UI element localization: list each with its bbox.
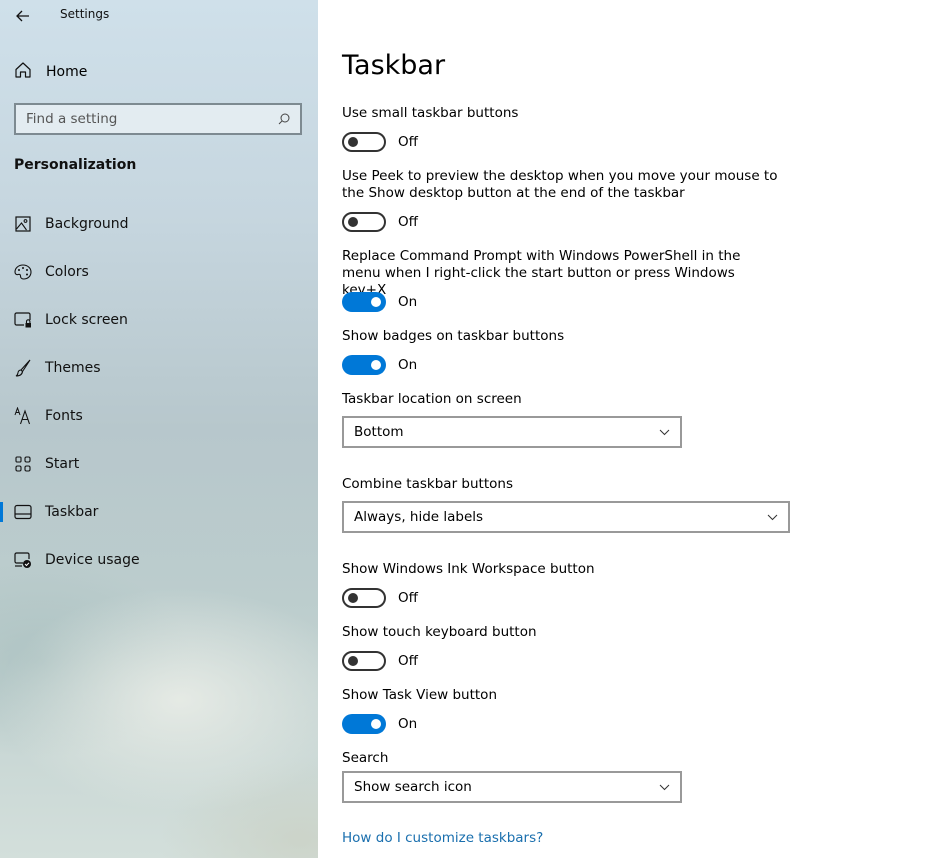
lock-screen-icon <box>14 311 32 329</box>
setting-label-ink: Show Windows Ink Workspace button <box>342 561 595 577</box>
device-usage-icon <box>14 551 32 569</box>
sidebar-item-taskbar[interactable]: Taskbar <box>0 488 318 536</box>
palette-icon <box>14 263 32 281</box>
toggle-knob <box>371 360 381 370</box>
sidebar-item-background[interactable]: Background <box>0 200 318 248</box>
app-title: Settings <box>60 7 110 21</box>
sidebar: Settings Home Personalization Background <box>0 0 318 858</box>
picture-icon <box>14 215 32 233</box>
ink-toggle[interactable] <box>342 588 386 608</box>
page-title: Taskbar <box>342 50 446 81</box>
toggle-state: On <box>398 716 418 732</box>
home-icon <box>14 61 32 83</box>
back-button[interactable] <box>12 5 34 27</box>
setting-label-combine: Combine taskbar buttons <box>342 476 513 492</box>
setting-ink: Off <box>342 588 418 608</box>
setting-label-location: Taskbar location on screen <box>342 391 522 407</box>
setting-label-small-buttons: Use small taskbar buttons <box>342 105 519 121</box>
start-grid-icon <box>14 455 32 473</box>
setting-badges: On <box>342 355 417 375</box>
sidebar-item-label: Themes <box>45 360 101 376</box>
sidebar-item-lock-screen[interactable]: Lock screen <box>0 296 318 344</box>
setting-label-peek: Use Peek to preview the desktop when you… <box>342 168 778 201</box>
task-view-toggle[interactable] <box>342 714 386 734</box>
toggle-state: Off <box>398 653 418 669</box>
setting-label-search: Search <box>342 750 389 766</box>
sidebar-item-colors[interactable]: Colors <box>0 248 318 296</box>
setting-label-badges: Show badges on taskbar buttons <box>342 328 565 344</box>
toggle-knob <box>371 297 381 307</box>
chevron-down-icon <box>659 784 670 790</box>
sidebar-nav: Background Colors Lock screen Themes Fon… <box>0 200 318 584</box>
toggle-knob <box>348 593 358 603</box>
search-input[interactable] <box>26 111 256 127</box>
toggle-knob <box>348 217 358 227</box>
arrow-left-icon <box>16 10 29 22</box>
brush-icon <box>14 359 32 377</box>
setting-label-task-view: Show Task View button <box>342 687 497 703</box>
setting-peek: Off <box>342 212 418 232</box>
sidebar-item-label: Lock screen <box>45 312 128 328</box>
dropdown-value: Show search icon <box>354 779 472 795</box>
chevron-down-icon <box>659 429 670 435</box>
toggle-knob <box>348 137 358 147</box>
sidebar-item-device-usage[interactable]: Device usage <box>0 536 318 584</box>
toggle-knob <box>348 656 358 666</box>
setting-small-buttons: Off <box>342 132 418 152</box>
sidebar-item-label: Device usage <box>45 552 140 568</box>
setting-task-view: On <box>342 714 417 734</box>
touch-keyboard-toggle[interactable] <box>342 651 386 671</box>
setting-label-touch-keyboard: Show touch keyboard button <box>342 624 537 640</box>
sidebar-item-fonts[interactable]: Fonts <box>0 392 318 440</box>
sidebar-item-start[interactable]: Start <box>0 440 318 488</box>
location-dropdown[interactable]: Bottom <box>342 416 682 448</box>
main-content: Taskbar Use small taskbar buttons Off Us… <box>318 0 939 858</box>
powershell-toggle[interactable] <box>342 292 386 312</box>
small-buttons-toggle[interactable] <box>342 132 386 152</box>
font-icon <box>14 407 32 425</box>
peek-toggle[interactable] <box>342 212 386 232</box>
badges-toggle[interactable] <box>342 355 386 375</box>
title-bar: Settings <box>0 0 318 32</box>
toggle-state: Off <box>398 134 418 150</box>
toggle-state: Off <box>398 214 418 230</box>
sidebar-item-label: Colors <box>45 264 89 280</box>
toggle-knob <box>371 719 381 729</box>
search-icon[interactable] <box>278 113 290 125</box>
search-dropdown[interactable]: Show search icon <box>342 771 682 803</box>
combine-dropdown[interactable]: Always, hide labels <box>342 501 790 533</box>
dropdown-value: Bottom <box>354 424 404 440</box>
toggle-state: On <box>398 294 418 310</box>
sidebar-item-label: Fonts <box>45 408 83 424</box>
setting-powershell: On <box>342 292 417 312</box>
sidebar-item-label: Taskbar <box>45 504 99 520</box>
sidebar-item-themes[interactable]: Themes <box>0 344 318 392</box>
taskbar-icon <box>14 503 32 521</box>
section-heading: Personalization <box>14 157 137 173</box>
toggle-state: On <box>398 357 418 373</box>
sidebar-item-label: Background <box>45 216 129 232</box>
toggle-state: Off <box>398 590 418 606</box>
sidebar-item-label: Home <box>46 64 88 80</box>
sidebar-item-label: Start <box>45 456 80 472</box>
chevron-down-icon <box>767 514 778 520</box>
help-link[interactable]: How do I customize taskbars? <box>342 830 543 846</box>
sidebar-item-home[interactable]: Home <box>0 58 318 86</box>
setting-touch-keyboard: Off <box>342 651 418 671</box>
dropdown-value: Always, hide labels <box>354 509 484 525</box>
search-box[interactable] <box>14 103 302 135</box>
